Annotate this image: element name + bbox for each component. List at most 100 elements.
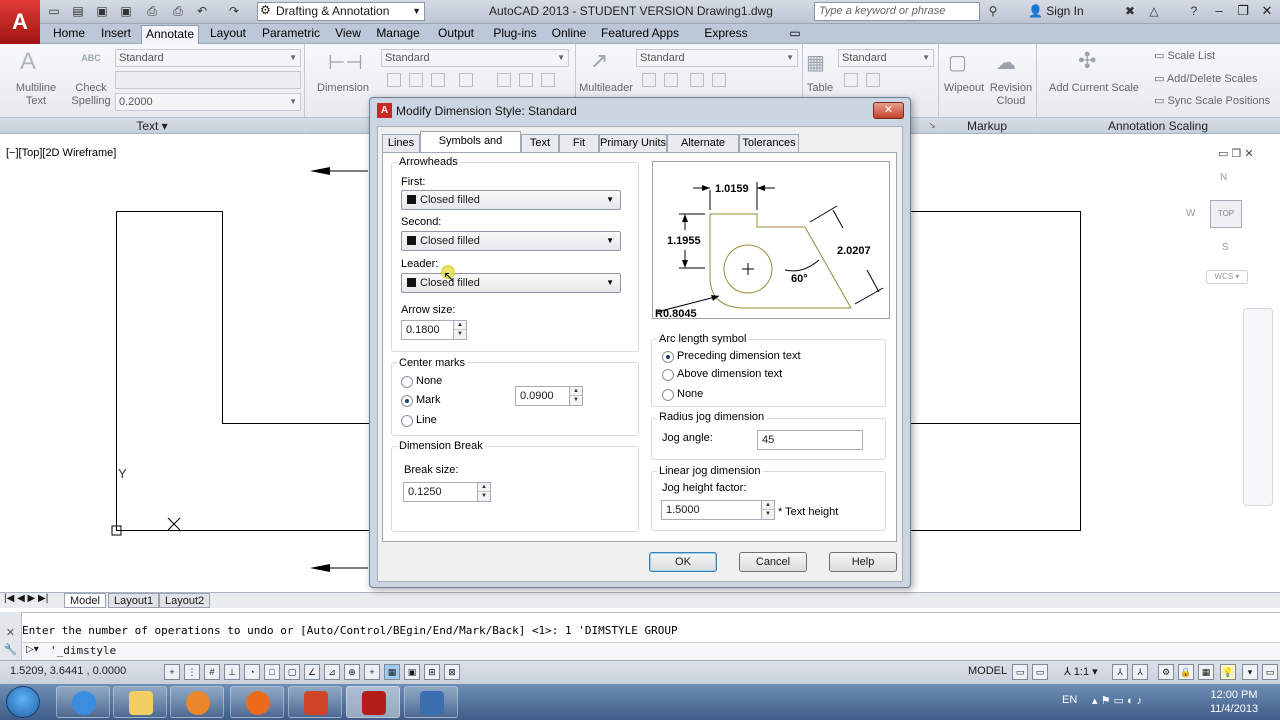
view-cube[interactable]: N W TOP S WCS ▾ (1186, 172, 1266, 292)
tab-alternate-units[interactable]: Alternate Units (667, 134, 739, 165)
wrench-icon[interactable]: 🔧 (0, 643, 21, 656)
find-text-input[interactable] (115, 71, 301, 89)
spin-down-icon[interactable]: ▼ (569, 396, 582, 405)
layout-tab-layout2[interactable]: Layout2 (159, 593, 211, 608)
tab-plug-ins[interactable]: Plug-ins (487, 25, 543, 44)
multiline-text-button[interactable]: Multiline Text (8, 82, 64, 108)
leader-arrowhead-select[interactable]: Closed filled ▼ (401, 273, 621, 293)
object-snap-toggle[interactable]: □ (264, 664, 280, 680)
table-style-select[interactable]: Standard ▼ (838, 49, 934, 67)
clean-screen-icon[interactable]: ▭ (1262, 664, 1278, 680)
search-input[interactable]: Type a keyword or phrase (814, 2, 980, 21)
exchange-icon[interactable]: ✖ (1122, 3, 1138, 19)
wcs-menu[interactable]: WCS ▾ (1206, 270, 1248, 284)
viewcube-north[interactable]: N (1220, 172, 1227, 183)
sync-scale-positions-button[interactable]: ▭ Sync Scale Positions (1154, 95, 1280, 108)
first-arrowhead-select[interactable]: Closed filled ▼ (401, 190, 621, 210)
tab-text[interactable]: Text (521, 134, 559, 152)
revision-cloud-icon[interactable]: ☁ (996, 50, 1016, 75)
print-icon[interactable]: ⎙ (170, 3, 186, 19)
undo-icon[interactable]: ↶ (194, 3, 210, 19)
status-bar-menu-icon[interactable]: ▾ (1242, 664, 1258, 680)
spin-down-icon[interactable]: ▼ (761, 510, 774, 519)
workspace-select[interactable]: Drafting & Annotation ▼ (257, 2, 425, 21)
dyn-toggle[interactable]: ⊕ (344, 664, 360, 680)
tab-parametric[interactable]: Parametric (258, 25, 324, 44)
wipeout-button[interactable]: Wipeout (940, 82, 988, 95)
quick-properties-toggle[interactable]: ▣ (404, 664, 420, 680)
command-prompt-icon[interactable]: ▷▾ (26, 644, 39, 655)
command-window-handle[interactable]: ✕ 🔧 (0, 612, 22, 660)
3d-osnap-toggle[interactable]: ▢ (284, 664, 300, 680)
spin-down-icon[interactable]: ▼ (453, 330, 466, 339)
plot-icon[interactable]: ⎙ (144, 3, 160, 19)
markup-panel-title[interactable]: Markup (938, 117, 1036, 133)
tab-insert[interactable]: Insert (95, 25, 137, 44)
taskbar-explorer[interactable] (113, 686, 167, 718)
second-arrowhead-select[interactable]: Closed filled ▼ (401, 231, 621, 251)
quick-dim-icon[interactable] (387, 73, 401, 87)
inspect-icon[interactable] (541, 73, 555, 87)
taskbar-video-app[interactable] (404, 686, 458, 718)
scale-list-button[interactable]: ▭ Scale List (1154, 50, 1274, 63)
center-mark-size-spinner[interactable]: 0.0900 ▲ ▼ (515, 386, 583, 406)
link-data-icon[interactable] (866, 73, 880, 87)
viewport-window-controls[interactable]: ▭ ❐ ✕ (1218, 147, 1254, 160)
arc-above-radio[interactable] (662, 369, 674, 381)
spin-down-icon[interactable]: ▼ (477, 492, 490, 501)
taskbar-firefox[interactable] (230, 686, 284, 718)
layout-nav-arrows[interactable]: |◀ ◀ ▶ ▶| (4, 593, 48, 604)
binoculars-icon[interactable]: ⚲ (985, 3, 1001, 19)
language-indicator[interactable]: EN (1062, 694, 1077, 706)
tab-fit[interactable]: Fit (559, 134, 599, 152)
maximize-button[interactable]: ❐ (1230, 2, 1256, 20)
center-mark-mark-radio[interactable] (401, 395, 413, 407)
revision-cloud-button[interactable]: Revision Cloud (986, 82, 1036, 108)
annotation-scaling-panel-title[interactable]: Annotation Scaling (1036, 117, 1280, 133)
cancel-button[interactable]: Cancel (739, 552, 807, 572)
taskbar-internet-explorer[interactable] (56, 686, 110, 718)
tab-tolerances[interactable]: Tolerances (739, 134, 799, 152)
qopen-icon[interactable]: ▤ (70, 3, 86, 19)
grid-display-toggle[interactable]: # (204, 664, 220, 680)
spin-up-icon[interactable]: ▲ (477, 483, 490, 492)
check-spelling-button[interactable]: Check Spelling (66, 82, 116, 108)
quick-view-drawings-icon[interactable]: ▭ (1032, 664, 1048, 680)
tab-primary-units[interactable]: Primary Units (599, 134, 667, 152)
layout-tab-model[interactable]: Model (64, 593, 106, 608)
taskbar-powerpoint[interactable] (288, 686, 342, 718)
tab-home[interactable]: Home (48, 25, 90, 44)
tab-featured-apps[interactable]: Featured Apps (598, 25, 682, 44)
help-button[interactable]: Help (829, 552, 897, 572)
dialog-close-button[interactable]: ✕ (873, 102, 904, 119)
dimension-button[interactable]: Dimension (314, 82, 372, 95)
jog-height-factor-spinner[interactable]: 1.5000 ▲ ▼ (661, 500, 775, 520)
tab-output[interactable]: Output (432, 25, 480, 44)
qsave-icon[interactable]: ▣ (94, 3, 110, 19)
add-current-scale-button[interactable]: Add Current Scale (1046, 82, 1142, 95)
qnew-icon[interactable]: ▭ (46, 3, 62, 19)
ok-button[interactable]: OK (649, 552, 717, 572)
infer-constraints-toggle[interactable]: + (164, 664, 180, 680)
annotation-scale-button[interactable]: ⅄ 1:1 ▾ (1064, 665, 1098, 678)
coordinate-readout[interactable]: 1.5209, 3.6441 , 0.0000 (10, 665, 126, 677)
tab-online[interactable]: Online (548, 25, 590, 44)
spin-up-icon[interactable]: ▲ (569, 387, 582, 396)
hardware-acceleration-icon[interactable]: ▦ (1198, 664, 1214, 680)
baseline-dim-icon[interactable] (431, 73, 445, 87)
model-space-button[interactable]: MODEL (968, 665, 1007, 677)
text-style-select[interactable]: Standard ▼ (115, 49, 301, 67)
viewcube-west[interactable]: W (1186, 208, 1195, 219)
wipeout-icon[interactable]: ▢ (948, 50, 967, 75)
spin-up-icon[interactable]: ▲ (453, 321, 466, 330)
center-mark-none-radio[interactable] (401, 376, 413, 388)
spin-up-icon[interactable]: ▲ (761, 501, 774, 510)
dim-space-icon[interactable] (459, 73, 473, 87)
close-window-button[interactable]: ✕ (1254, 2, 1280, 20)
tab-view[interactable]: View (331, 25, 365, 44)
viewcube-south[interactable]: S (1222, 242, 1229, 253)
add-delete-scales-button[interactable]: ▭ Add/Delete Scales (1154, 73, 1274, 86)
sign-in-button[interactable]: 👤 Sign In (1028, 4, 1084, 18)
lineweight-toggle[interactable]: + (364, 664, 380, 680)
jog-angle-input[interactable]: 45 (757, 430, 863, 450)
